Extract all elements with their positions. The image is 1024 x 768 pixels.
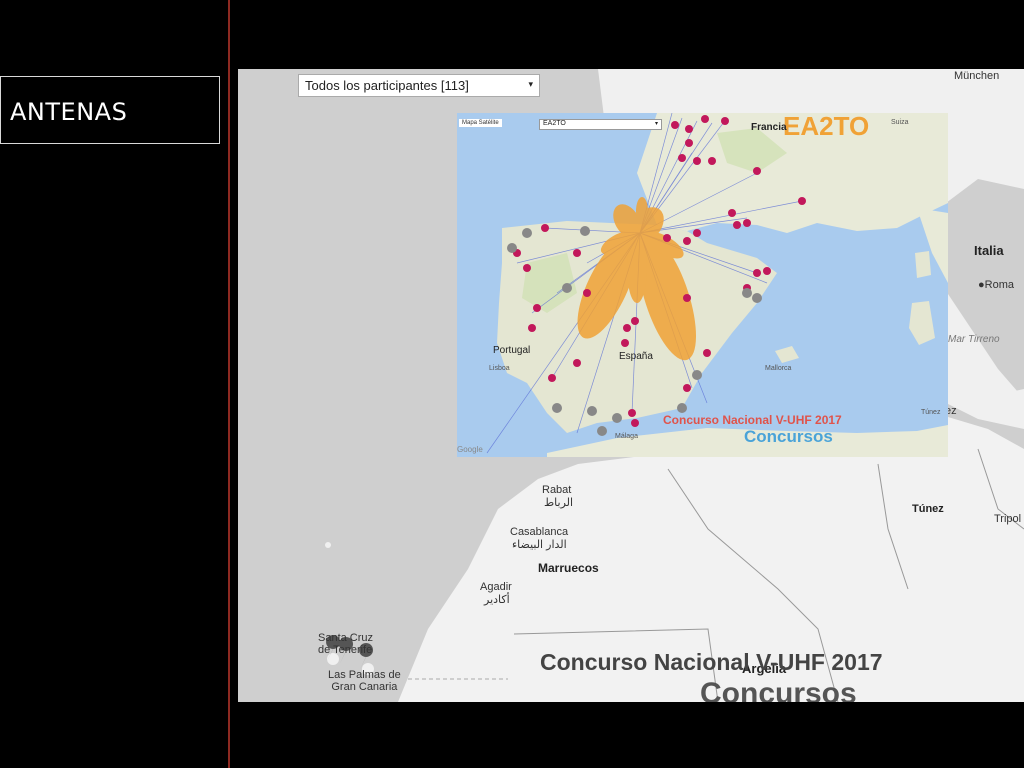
station-select[interactable]: EA2TO ▾ [539,119,662,130]
label-inner-tunez: Túnez [921,409,941,416]
label-roma: ●Roma [978,279,1014,291]
label-portugal: Portugal [493,345,531,356]
slide-title: ANTENAS [10,98,128,126]
label-tunez: Túnez [912,503,944,515]
label-marruecos: Marruecos [538,561,599,575]
label-santa-cruz: Santa Cruz de Tenerife [318,632,374,656]
inner-map-canvas [486,113,948,457]
label-suiza: Suiza [891,119,909,126]
google-logo: Google [457,445,483,454]
divider-line [228,0,230,768]
label-agadir: Agadir [480,581,512,593]
participants-select-value: Todos los participantes [113] [305,78,469,93]
label-rabat: Rabat [542,484,572,496]
label-malaga: Málaga [615,433,638,440]
label-las-palmas: Las Palmas de Gran Canaria [328,669,401,693]
label-agadir-ar: أكادير [484,594,510,606]
station-callsign: EA2TO [783,113,870,141]
map-type-tabs[interactable]: Mapa Satélite [459,119,502,127]
label-lisboa: Lisboa [489,365,510,372]
label-munich: München [954,70,1000,82]
chevron-down-icon: ▾ [654,121,658,127]
watermark-concursos: Concursos [700,677,857,702]
concursos-label: Concursos [744,427,833,446]
label-mar-tirreno: Mar Tirreno [948,334,1000,345]
label-casablanca: Casablanca [510,526,569,538]
label-italia: Italia [974,243,1004,258]
participants-select[interactable]: Todos los participantes [113] ▾ [298,74,540,97]
inner-map[interactable]: Mapa Satélite EA2TO ▾ EA2TO Francia Suiz… [457,113,948,457]
label-casablanca-ar: الدار البيضاء [512,539,567,551]
chevron-down-icon: ▾ [528,79,533,89]
label-tripoli: Tripol [994,513,1022,525]
station-select-value: EA2TO [543,120,566,127]
label-mallorca: Mallorca [765,365,792,372]
label-rabat-ar: الرباط [544,497,574,509]
label-espana: España [619,351,653,362]
watermark-contest-title: Concurso Nacional V-UHF 2017 [540,649,883,675]
label-francia: Francia [751,122,787,133]
contest-label: Concurso Nacional V-UHF 2017 [663,413,842,427]
